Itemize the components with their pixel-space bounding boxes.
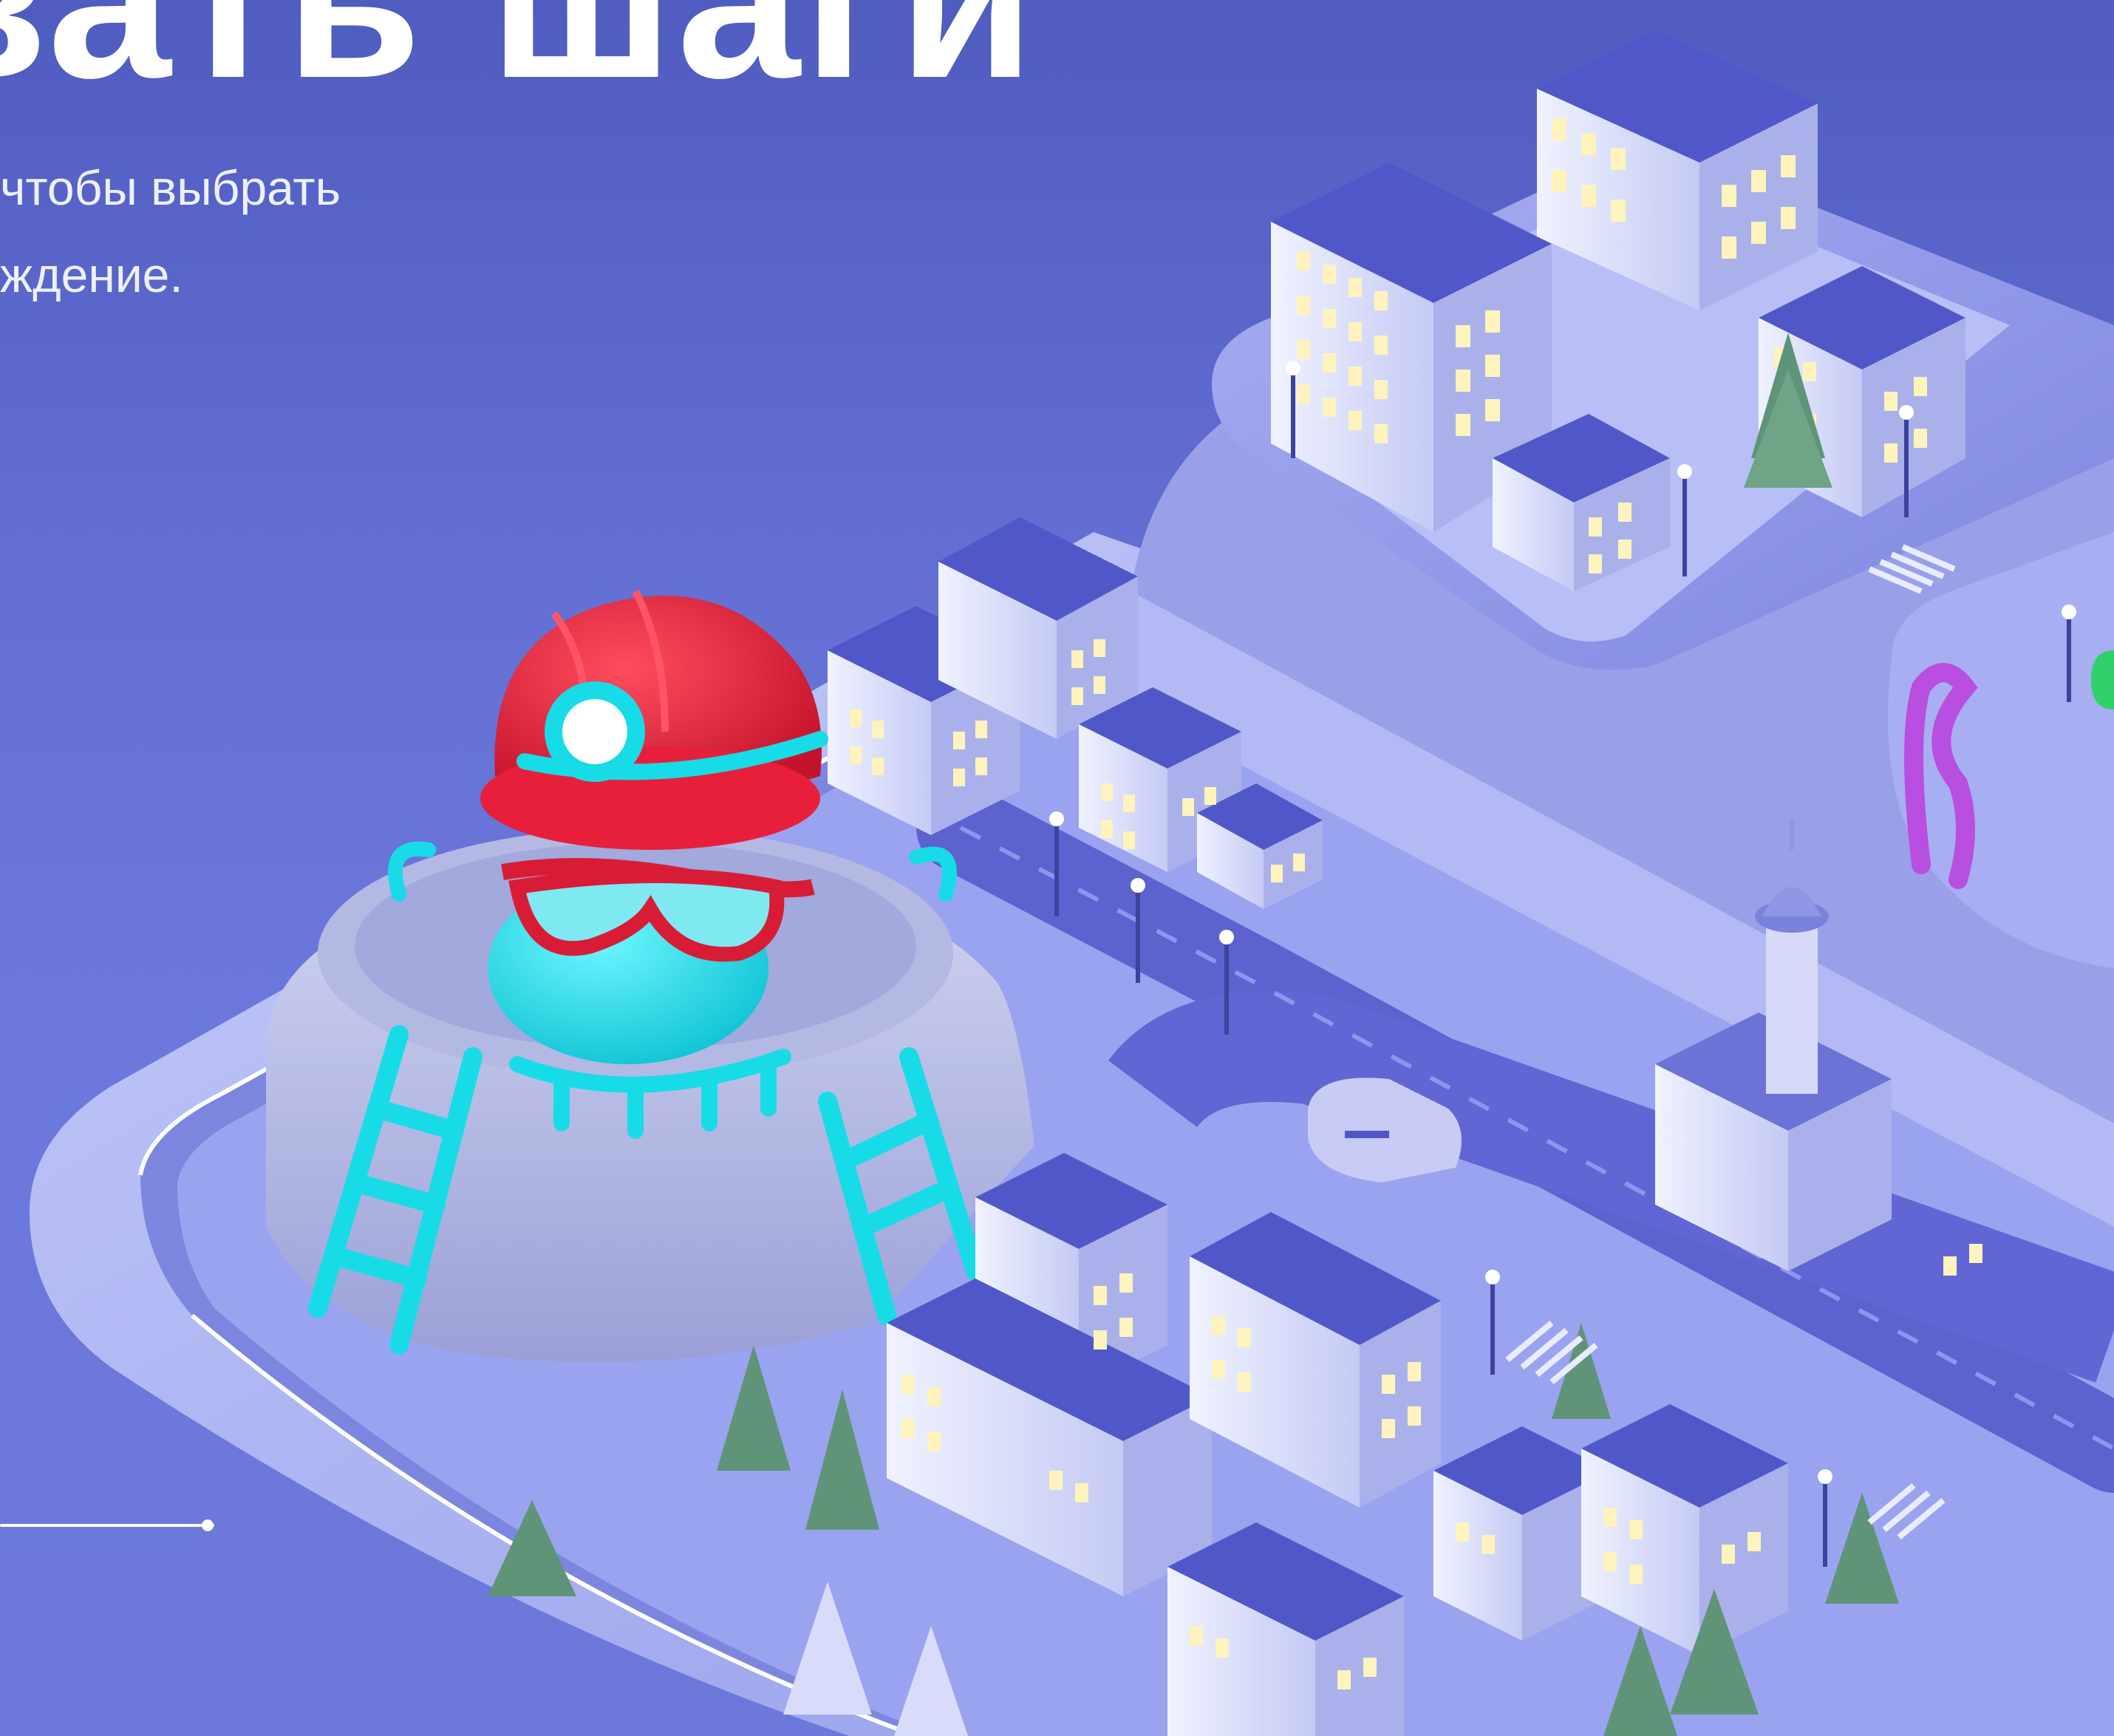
hard-hat-icon	[480, 589, 828, 850]
isometric-city-illustration	[30, 30, 2114, 1736]
